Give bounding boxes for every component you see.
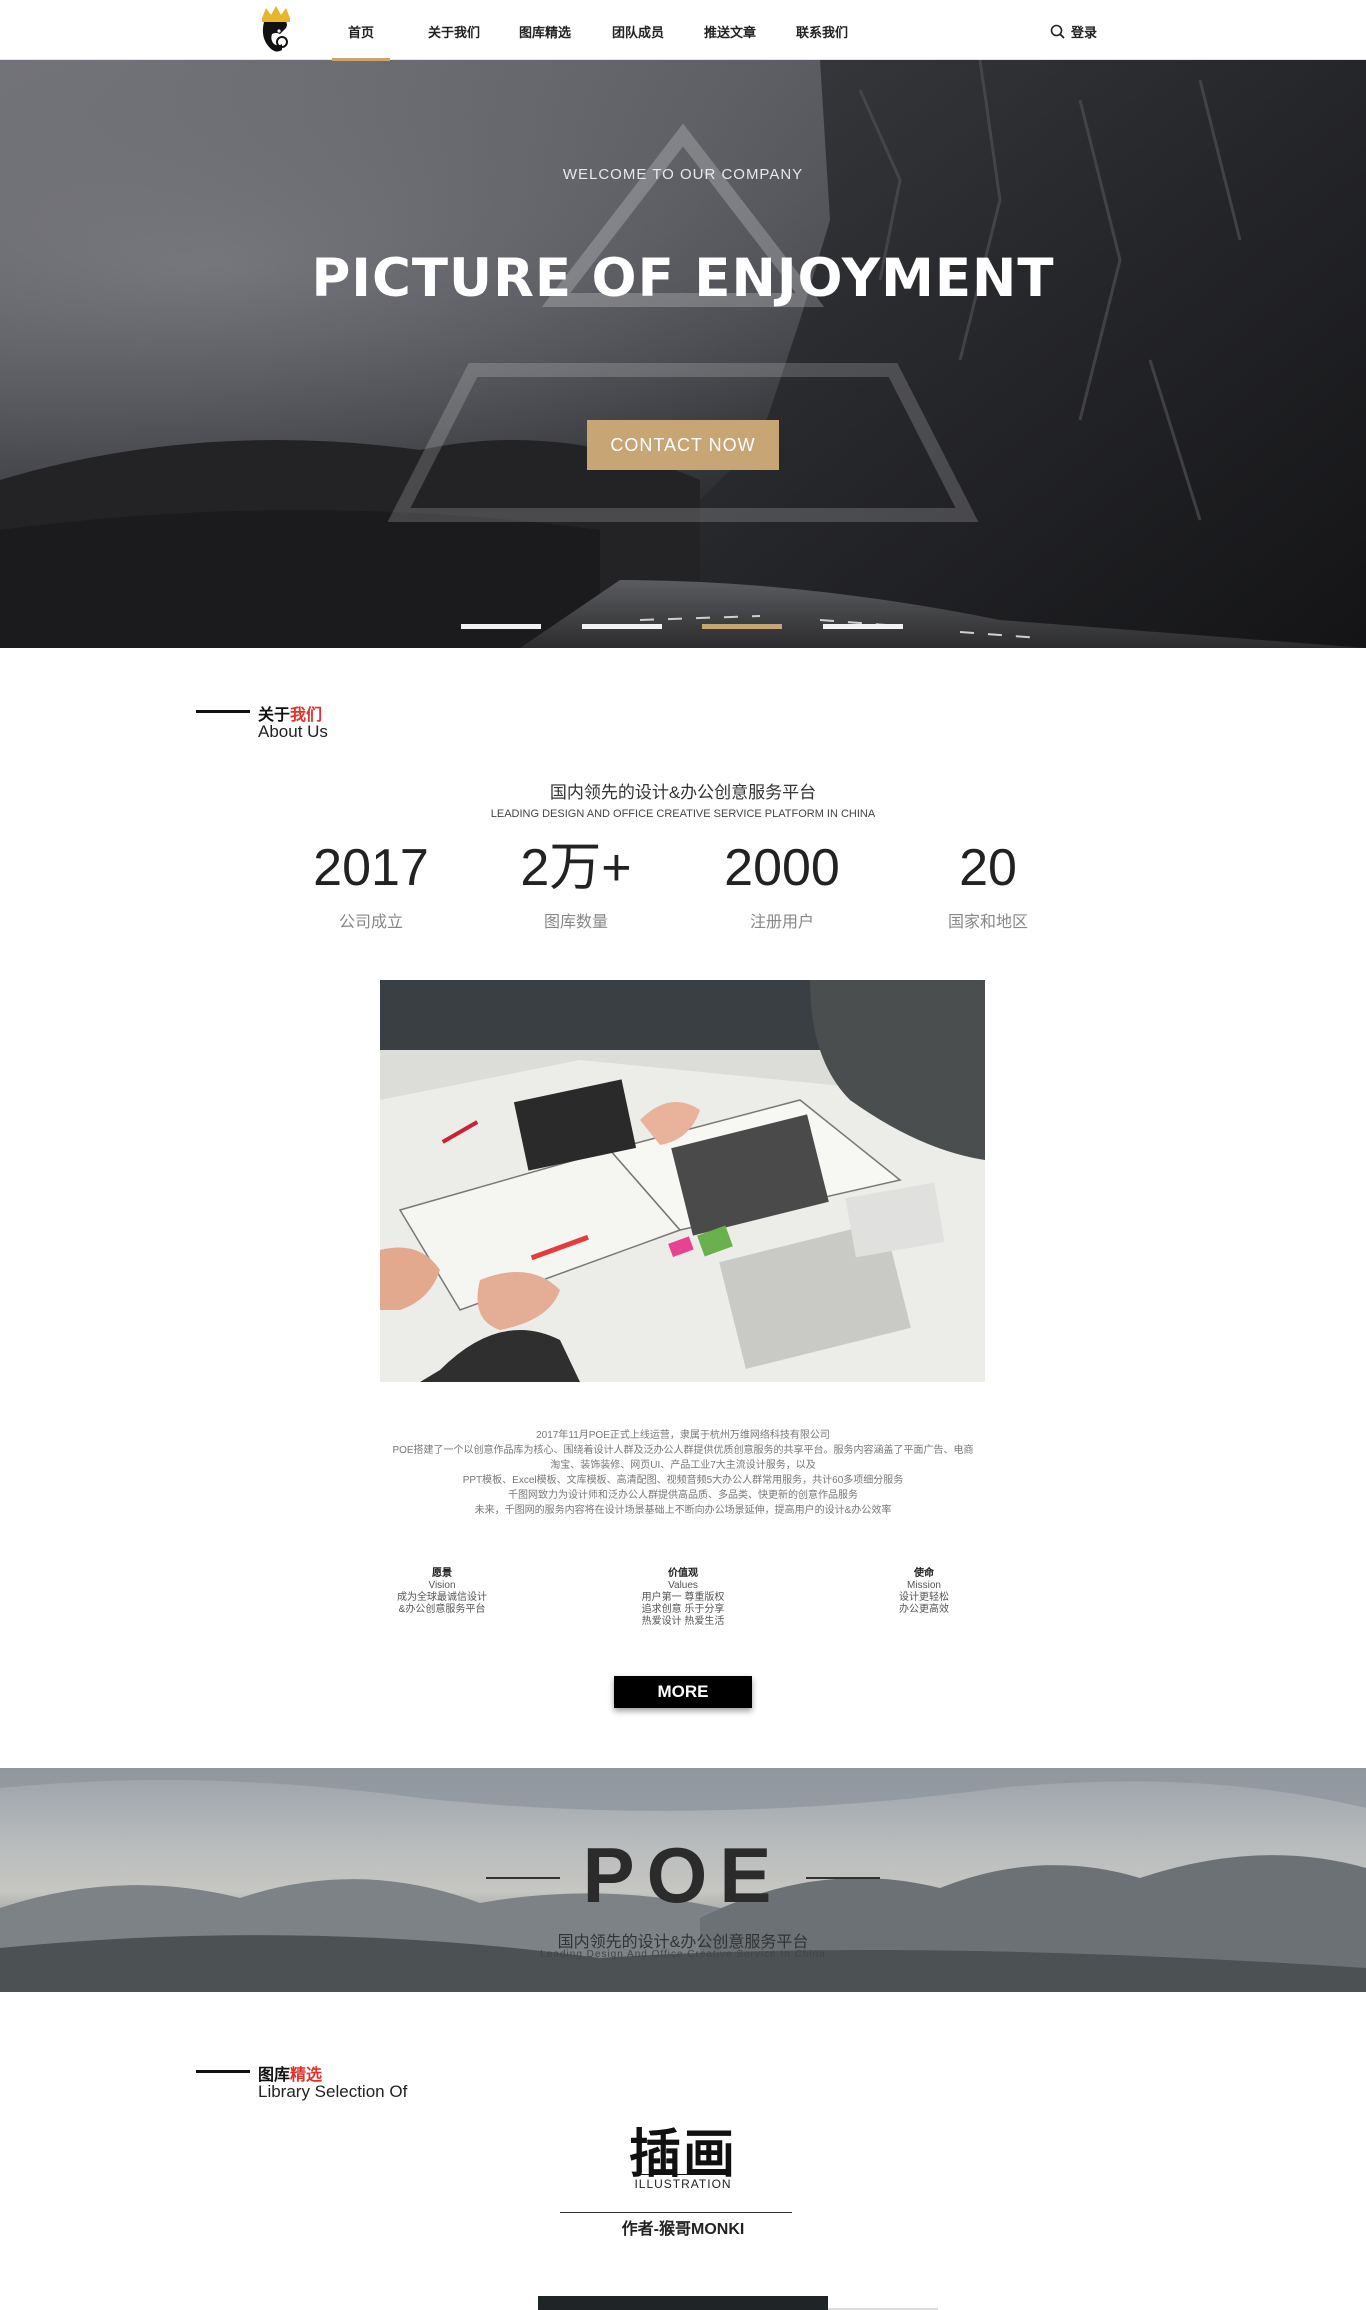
hero-welcome: WELCOME TO OUR COMPANY — [562, 166, 804, 183]
about-tagline-en: LEADING DESIGN AND OFFICE CREATIVE SERVI… — [490, 808, 876, 820]
stat-regions: 20 国家和地区 — [947, 839, 1028, 931]
poe-tagline-en: Leading Design And Office Creative Servi… — [540, 1949, 826, 1960]
gallery-image-preview[interactable] — [538, 2296, 828, 2310]
category-rule — [636, 2174, 730, 2175]
more-button[interactable]: MORE — [614, 1676, 752, 1708]
about-tagline: 国内领先的设计&办公创意服务平台 — [549, 783, 817, 802]
nav-gallery[interactable]: 图库精选 — [519, 22, 571, 41]
author-divider — [560, 2212, 792, 2213]
slide-dot-3[interactable] — [702, 624, 782, 629]
slide-dot-2[interactable] — [582, 624, 662, 629]
about-paragraph: 2017年11月POE正式上线运营，隶属于杭州万维网络科技有限公司 POE搭建了… — [392, 1430, 974, 1516]
nav-active-indicator — [332, 58, 390, 61]
gallery-heading-en: Library Selection Of — [258, 2082, 408, 2101]
slide-dot-4[interactable] — [823, 624, 903, 629]
category-title-en: ILLUSTRATION — [634, 2177, 732, 2191]
vision-column: 愿景 Vision 成为全球最诚信设计 &办公创意服务平台 — [397, 1568, 487, 1615]
login-search[interactable]: 登录 — [1050, 22, 1097, 41]
stat-users: 2000 注册用户 — [724, 839, 840, 931]
about-heading-line — [196, 710, 250, 713]
stat-gallery-count: 2万+ 图库数量 — [520, 839, 632, 931]
values-column: 价值观 Values 用户第一 尊重版权 追求创意 乐于分享 热爱设计 热爱生活 — [641, 1568, 725, 1627]
slide-dot-1[interactable] — [461, 624, 541, 629]
hero-title: PICTURE OF ENJOYMENT — [311, 248, 1055, 309]
nav-team[interactable]: 团队成员 — [612, 22, 664, 41]
login-link[interactable]: 登录 — [1071, 22, 1097, 41]
about-photo — [380, 980, 985, 1382]
hero-banner: WELCOME TO OUR COMPANY PICTURE OF ENJOYM… — [0, 60, 1366, 648]
gallery-heading-line — [196, 2070, 250, 2073]
stat-founded: 2017 公司成立 — [313, 839, 429, 931]
contact-now-button[interactable]: CONTACT NOW — [587, 420, 779, 470]
search-icon — [1050, 24, 1065, 39]
author-label: 作者-猴哥MONKI — [621, 2221, 745, 2238]
logo-icon[interactable] — [256, 4, 296, 56]
category-title: 插画 — [628, 2126, 737, 2184]
nav-home[interactable]: 首页 — [348, 22, 374, 41]
about-heading-en: About Us — [258, 722, 328, 741]
nav-articles[interactable]: 推送文章 — [704, 22, 756, 41]
poe-title: POE — [582, 1831, 784, 1919]
nav-contact[interactable]: 联系我们 — [796, 22, 848, 41]
hero-background — [0, 60, 1366, 648]
mission-column: 使命 Mission 设计更轻松 办公更高效 — [899, 1568, 949, 1615]
top-nav: 首页 关于我们 图库精选 团队成员 推送文章 联系我们 登录 — [0, 0, 1366, 61]
nav-about[interactable]: 关于我们 — [428, 22, 480, 41]
